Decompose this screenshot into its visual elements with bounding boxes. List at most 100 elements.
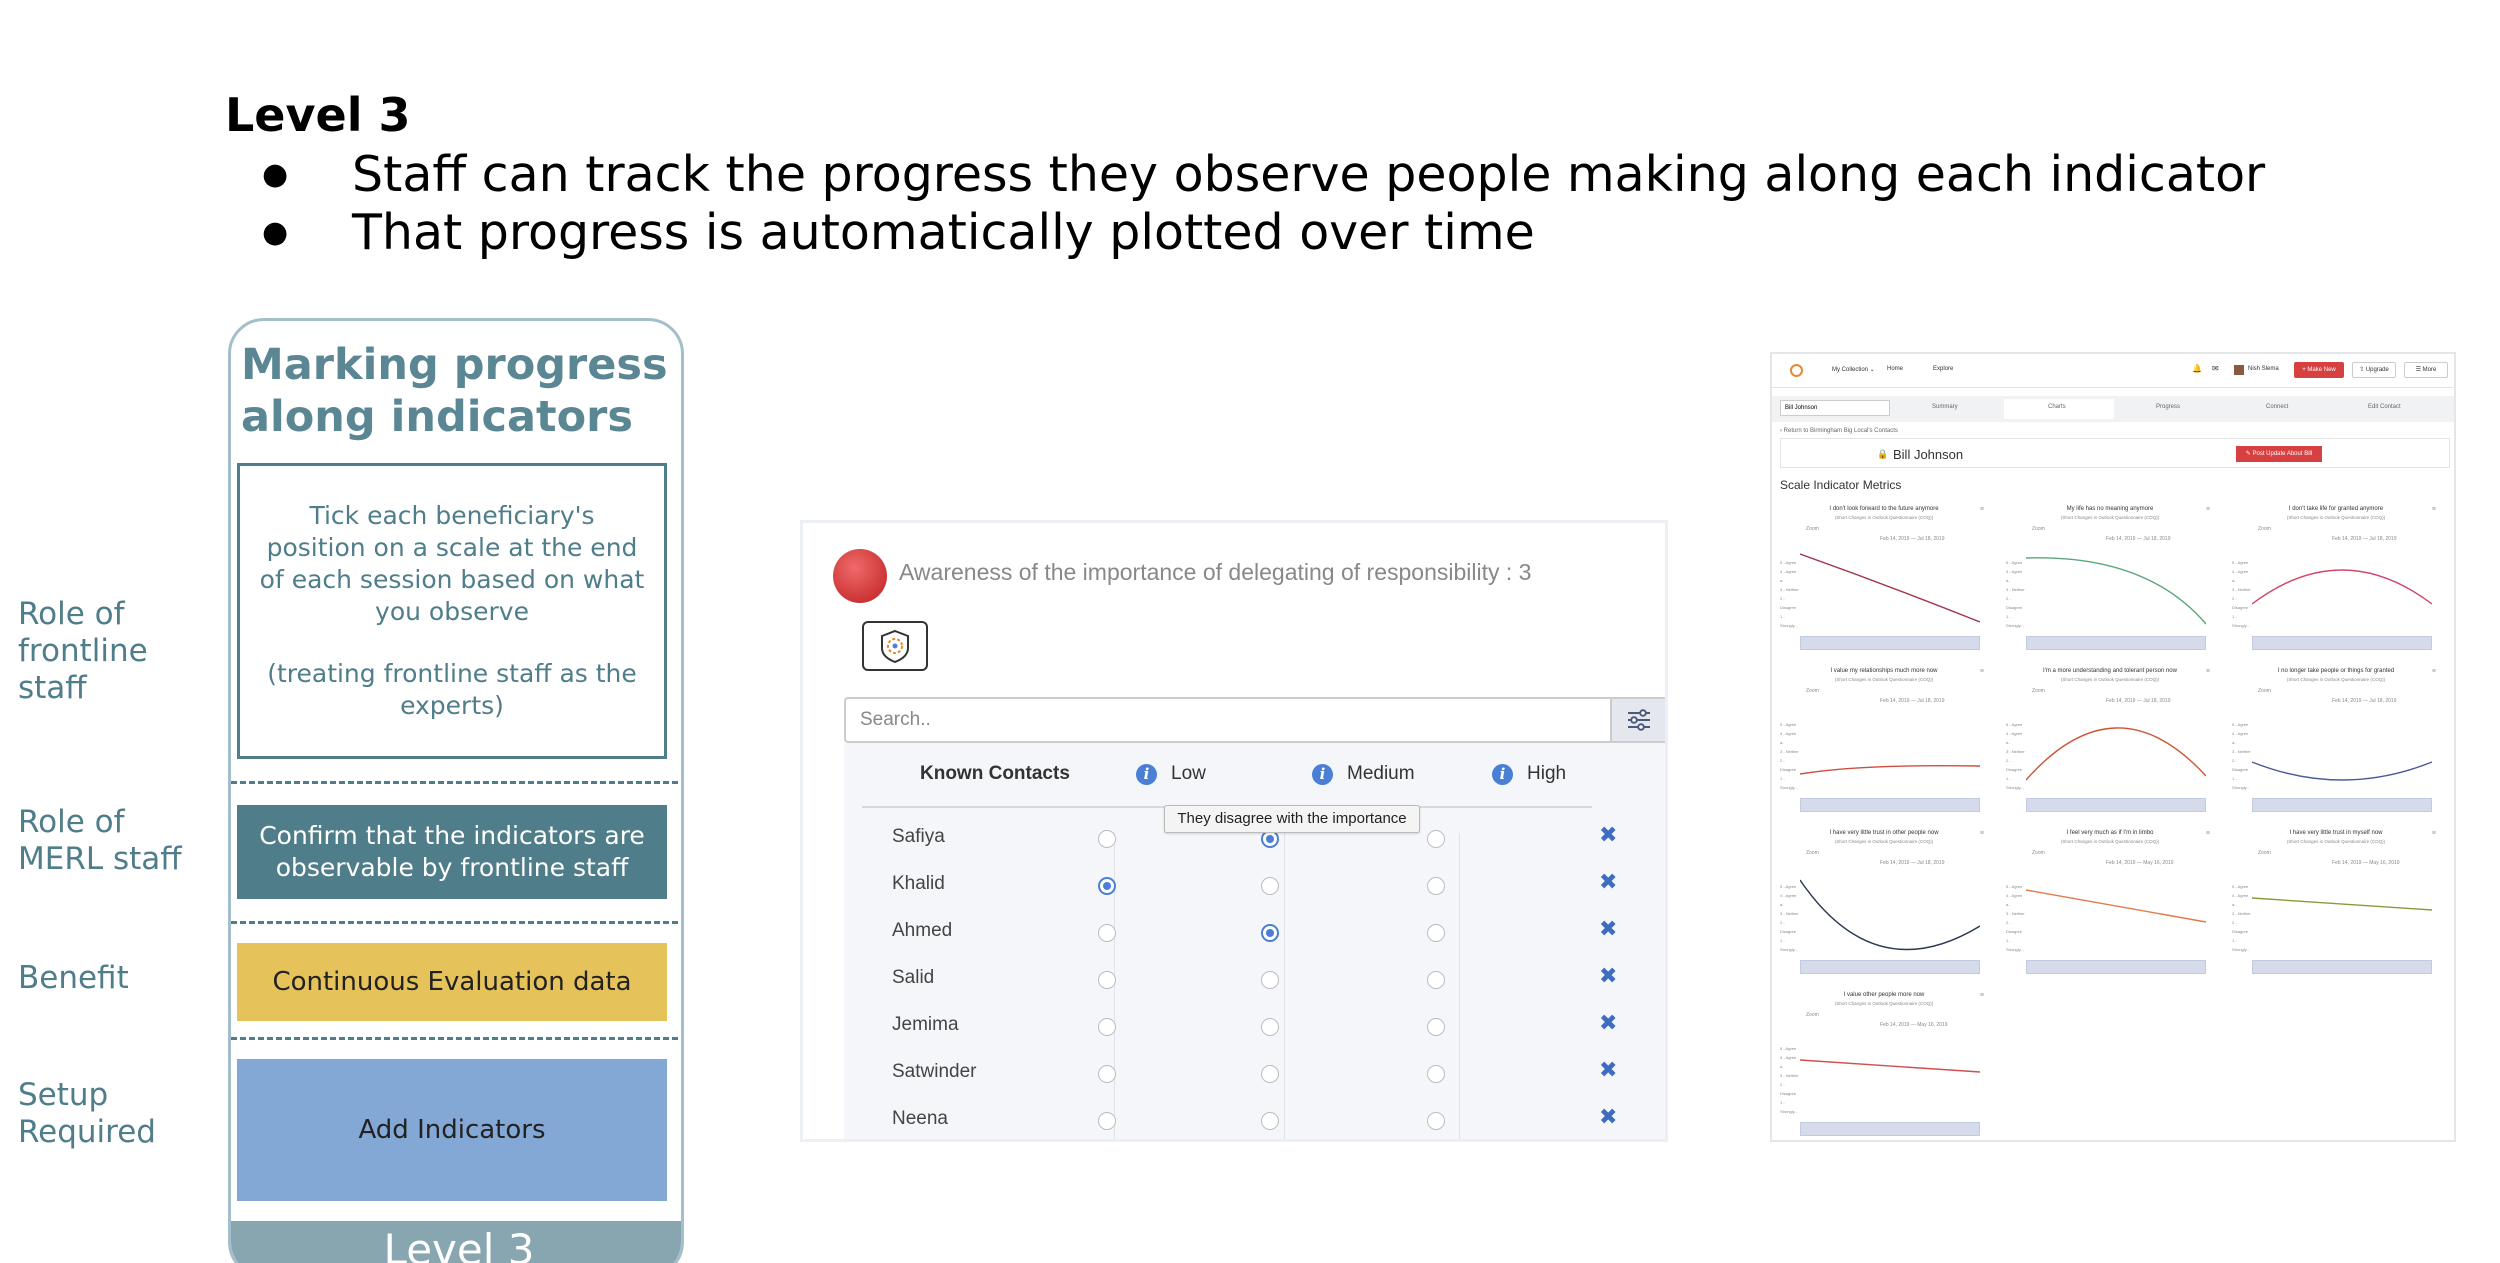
tab-progress[interactable]: Progress [2156, 404, 2180, 410]
date-range[interactable]: Feb 14, 2019 — May 16, 2019 [1880, 1022, 1948, 1028]
radio-low[interactable] [1098, 1018, 1116, 1036]
nav-explore[interactable]: Explore [1933, 366, 1953, 372]
date-to[interactable]: Jul 18, 2019 [2143, 698, 2170, 704]
date-from[interactable]: Feb 14, 2019 [1880, 860, 1909, 866]
radio-medium[interactable] [1261, 971, 1279, 989]
remove-icon[interactable]: ✖ [1599, 1058, 1617, 1083]
indicator-badge-button[interactable] [862, 621, 928, 671]
menu-icon[interactable]: ≡ [2432, 830, 2436, 837]
range-navigator[interactable] [2026, 636, 2206, 650]
menu-icon[interactable]: ≡ [1980, 992, 1984, 999]
radio-medium[interactable] [1261, 877, 1279, 895]
radio-medium[interactable] [1261, 924, 1279, 942]
date-range[interactable]: Feb 14, 2019 — Jul 18, 2019 [1880, 860, 1945, 866]
avatar[interactable] [2234, 365, 2244, 375]
date-to[interactable]: Jul 18, 2019 [1917, 698, 1944, 704]
nav-home[interactable]: Home [1887, 366, 1903, 372]
range-navigator[interactable] [2252, 636, 2432, 650]
date-from[interactable]: Feb 14, 2019 [2106, 536, 2135, 542]
date-from[interactable]: Feb 14, 2019 [2106, 698, 2135, 704]
date-from[interactable]: Feb 14, 2019 [2332, 860, 2361, 866]
radio-high[interactable] [1427, 924, 1445, 942]
radio-low[interactable] [1098, 877, 1116, 895]
date-to[interactable]: Jul 18, 2019 [1917, 860, 1944, 866]
mail-icon[interactable]: ✉ [2212, 364, 2219, 373]
radio-high[interactable] [1427, 1112, 1445, 1130]
menu-icon[interactable]: ≡ [2206, 506, 2210, 513]
remove-icon[interactable]: ✖ [1599, 1105, 1617, 1130]
date-to[interactable]: May 16, 2019 [2143, 860, 2173, 866]
date-to[interactable]: May 16, 2019 [1917, 1022, 1947, 1028]
contact-select[interactable]: Bill Johnson [1780, 400, 1890, 416]
date-range[interactable]: Feb 14, 2019 — May 16, 2019 [2332, 860, 2400, 866]
date-range[interactable]: Feb 14, 2019 — May 16, 2019 [2106, 860, 2174, 866]
more-button[interactable]: ☰ More [2404, 362, 2448, 378]
radio-low[interactable] [1098, 830, 1116, 848]
info-icon[interactable]: i [1136, 763, 1157, 785]
range-navigator[interactable] [2026, 960, 2206, 974]
date-to[interactable]: May 16, 2019 [2369, 860, 2399, 866]
date-to[interactable]: Jul 18, 2019 [2369, 698, 2396, 704]
remove-icon[interactable]: ✖ [1599, 823, 1617, 848]
radio-low[interactable] [1098, 1065, 1116, 1083]
radio-low[interactable] [1098, 971, 1116, 989]
menu-icon[interactable]: ≡ [2206, 668, 2210, 675]
date-to[interactable]: Jul 18, 2019 [2143, 536, 2170, 542]
filter-button[interactable] [1610, 697, 1665, 743]
tab-connect[interactable]: Connect [2266, 404, 2288, 410]
date-range[interactable]: Feb 14, 2019 — Jul 18, 2019 [2332, 698, 2397, 704]
logo-icon[interactable] [1790, 364, 1803, 377]
date-to[interactable]: Jul 18, 2019 [2369, 536, 2396, 542]
remove-icon[interactable]: ✖ [1599, 870, 1617, 895]
range-navigator[interactable] [1800, 960, 1980, 974]
remove-icon[interactable]: ✖ [1599, 1011, 1617, 1036]
bell-icon[interactable]: 🔔 [2192, 364, 2202, 373]
menu-icon[interactable]: ≡ [2432, 506, 2436, 513]
tab-charts[interactable]: Charts [2048, 404, 2066, 410]
date-range[interactable]: Feb 14, 2019 — Jul 18, 2019 [1880, 536, 1945, 542]
date-from[interactable]: Feb 14, 2019 [2332, 698, 2361, 704]
radio-medium[interactable] [1261, 1065, 1279, 1083]
date-range[interactable]: Feb 14, 2019 — Jul 18, 2019 [2106, 536, 2171, 542]
make-new-button[interactable]: + Make New [2294, 362, 2344, 378]
radio-high[interactable] [1427, 971, 1445, 989]
info-icon[interactable]: i [1312, 763, 1333, 785]
date-from[interactable]: Feb 14, 2019 [2332, 536, 2361, 542]
date-from[interactable]: Feb 14, 2019 [2106, 860, 2135, 866]
radio-high[interactable] [1427, 830, 1445, 848]
range-navigator[interactable] [1800, 798, 1980, 812]
date-from[interactable]: Feb 14, 2019 [1880, 536, 1909, 542]
date-range[interactable]: Feb 14, 2019 — Jul 18, 2019 [2332, 536, 2397, 542]
search-input[interactable]: Search.. [844, 697, 1612, 743]
radio-high[interactable] [1427, 877, 1445, 895]
nav-user[interactable]: Nish Slema [2248, 366, 2279, 372]
breadcrumb[interactable]: ‹ Return to Birmingham Big Local's Conta… [1780, 428, 1898, 434]
tab-edit-contact[interactable]: Edit Contact [2368, 404, 2401, 410]
post-update-button[interactable]: ✎ Post Update About Bill [2236, 446, 2322, 462]
menu-icon[interactable]: ≡ [1980, 830, 1984, 837]
range-navigator[interactable] [2252, 960, 2432, 974]
radio-high[interactable] [1427, 1018, 1445, 1036]
date-from[interactable]: Feb 14, 2019 [1880, 698, 1909, 704]
menu-icon[interactable]: ≡ [2432, 668, 2436, 675]
range-navigator[interactable] [1800, 636, 1980, 650]
info-icon[interactable]: i [1492, 763, 1513, 785]
radio-medium[interactable] [1261, 1112, 1279, 1130]
menu-icon[interactable]: ≡ [1980, 668, 1984, 675]
date-from[interactable]: Feb 14, 2019 [1880, 1022, 1909, 1028]
remove-icon[interactable]: ✖ [1599, 964, 1617, 989]
date-to[interactable]: Jul 18, 2019 [1917, 536, 1944, 542]
radio-low[interactable] [1098, 1112, 1116, 1130]
date-range[interactable]: Feb 14, 2019 — Jul 18, 2019 [1880, 698, 1945, 704]
nav-collection[interactable]: My Collection ⌄ [1832, 366, 1875, 373]
tab-summary[interactable]: Summary [1932, 404, 1958, 410]
range-navigator[interactable] [2252, 798, 2432, 812]
date-range[interactable]: Feb 14, 2019 — Jul 18, 2019 [2106, 698, 2171, 704]
radio-medium[interactable] [1261, 1018, 1279, 1036]
radio-low[interactable] [1098, 924, 1116, 942]
radio-high[interactable] [1427, 1065, 1445, 1083]
menu-icon[interactable]: ≡ [2206, 830, 2210, 837]
range-navigator[interactable] [1800, 1122, 1980, 1136]
menu-icon[interactable]: ≡ [1980, 506, 1984, 513]
range-navigator[interactable] [2026, 798, 2206, 812]
